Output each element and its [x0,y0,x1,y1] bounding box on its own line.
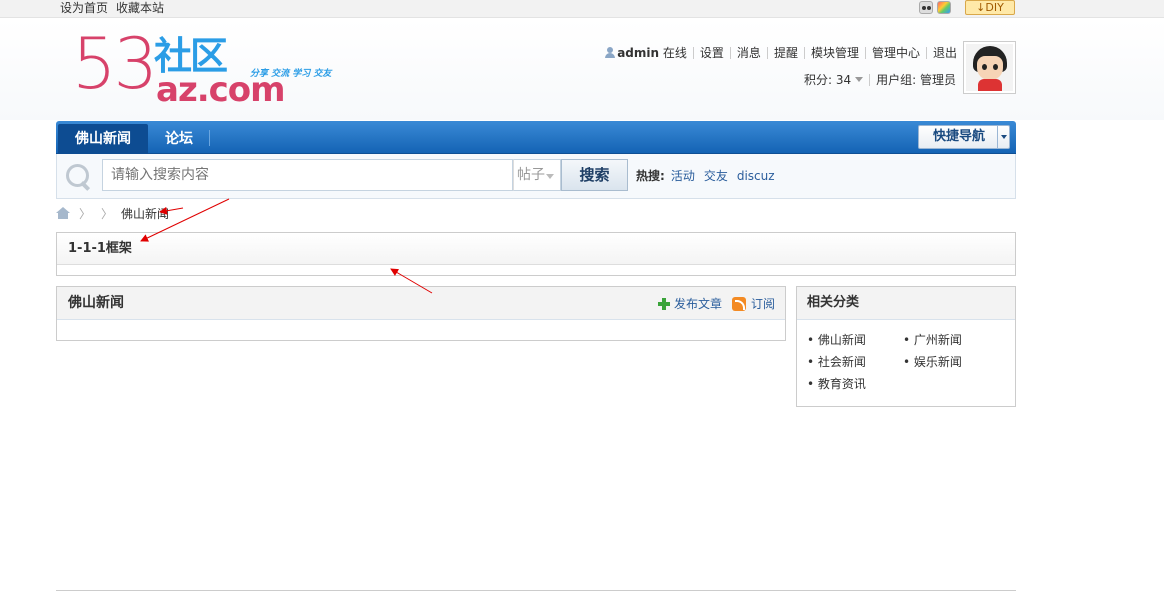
chevron-down-icon[interactable] [997,126,1009,148]
hot-term-link[interactable]: discuz [737,169,775,183]
logo-digits: 53 [72,23,158,105]
site-logo[interactable]: 53 社区 az.com 分享 交流 学习 交友 [72,24,342,112]
subscribe-link[interactable]: 订阅 [751,297,775,311]
related-categories-title: 相关分类 [797,287,1015,320]
top-bar: 设为首页 收藏本站 ↓DIY [0,0,1164,18]
category-link[interactable]: 佛山新闻 [807,329,903,351]
divider [803,47,805,59]
quick-nav-button[interactable]: 快捷导航 [918,125,1010,149]
hot-term-link[interactable]: 交友 [704,169,728,183]
module-admin-link[interactable]: 模块管理 [811,46,859,60]
hot-search: 热搜: 活动 交友 discuz [636,167,784,184]
add-icon [657,298,670,310]
divider [864,47,866,59]
news-panel-actions: 发布文章 订阅 [657,295,775,312]
search-type-label: 帖子 [517,167,545,183]
main-nav: 佛山新闻 论坛 快捷导航 [56,121,1016,154]
news-panel: 佛山新闻 发布文章 订阅 [56,286,786,341]
quick-nav-label: 快捷导航 [933,129,986,144]
nav-tab-foshan-news[interactable]: 佛山新闻 [58,124,148,154]
bookmark-link[interactable]: 收藏本站 [116,1,164,15]
notifications-link[interactable]: 提醒 [774,46,798,60]
search-button[interactable]: 搜索 [561,159,628,191]
publish-article-link[interactable]: 发布文章 [674,297,722,311]
category-link[interactable]: 广州新闻 [903,329,999,351]
divider [729,47,731,59]
breadcrumb-separator: 〉 [101,207,114,221]
glasses-icon[interactable] [919,1,933,14]
avatar[interactable] [963,41,1016,94]
nav-tab-forum[interactable]: 论坛 [152,124,206,154]
settings-link[interactable]: 设置 [700,46,724,60]
avatar-image [966,44,1013,91]
logo-slogan: 分享 交流 学习 交友 [250,69,332,79]
divider [766,47,768,59]
set-home-link[interactable]: 设为首页 [60,1,108,15]
breadcrumb-separator: 〉 [79,207,86,221]
rss-icon [731,297,746,311]
search-type-select[interactable]: 帖子 [513,159,561,191]
logout-link[interactable]: 退出 [933,46,957,60]
frame-block: 1-1-1框架 [56,232,1016,276]
hot-term-link[interactable]: 活动 [671,169,695,183]
username-link[interactable]: admin [617,46,659,60]
category-link[interactable]: 娱乐新闻 [903,351,999,373]
hot-search-label: 热搜: [636,169,665,183]
divider [692,47,694,59]
chevron-down-icon [546,174,554,179]
search-input[interactable] [102,159,513,191]
diy-button[interactable]: ↓DIY [965,0,1015,15]
category-link[interactable]: 教育资讯 [807,373,903,395]
chevron-down-icon[interactable] [855,77,864,82]
related-categories-panel: 相关分类 佛山新闻广州新闻社会新闻娱乐新闻教育资讯 [796,286,1016,407]
category-link[interactable]: 社会新闻 [807,351,903,373]
top-links: 设为首页 收藏本站 [60,0,172,16]
search-icon [66,164,94,192]
user-group-link[interactable]: 用户组: 管理员 [876,73,956,87]
category-list: 佛山新闻广州新闻社会新闻娱乐新闻教育资讯 [797,320,1015,395]
nav-divider [209,130,210,146]
diy-label: DIY [985,1,1004,14]
breadcrumb-current[interactable]: 佛山新闻 [121,207,169,221]
search-bar: 帖子 搜索 热搜: 活动交友 discuz [56,154,1016,199]
user-menu: admin 在线 设置 消息 提醒 模块管理 管理中心 退出 [605,44,957,62]
breadcrumb: 〉〉佛山新闻 [56,206,169,222]
user-icon [605,47,616,58]
online-status: 在线 [662,46,687,60]
divider [869,74,871,86]
points-link[interactable]: 积分: 34 [804,73,851,87]
messages-link[interactable]: 消息 [737,46,761,60]
divider [925,47,927,59]
footer-divider [56,590,1016,591]
frame-title: 1-1-1框架 [57,233,1015,265]
color-palette-icon[interactable] [937,1,951,14]
admin-center-link[interactable]: 管理中心 [872,46,920,60]
user-info: 积分: 34 用户组: 管理员 [804,71,956,89]
home-icon[interactable] [56,207,71,220]
